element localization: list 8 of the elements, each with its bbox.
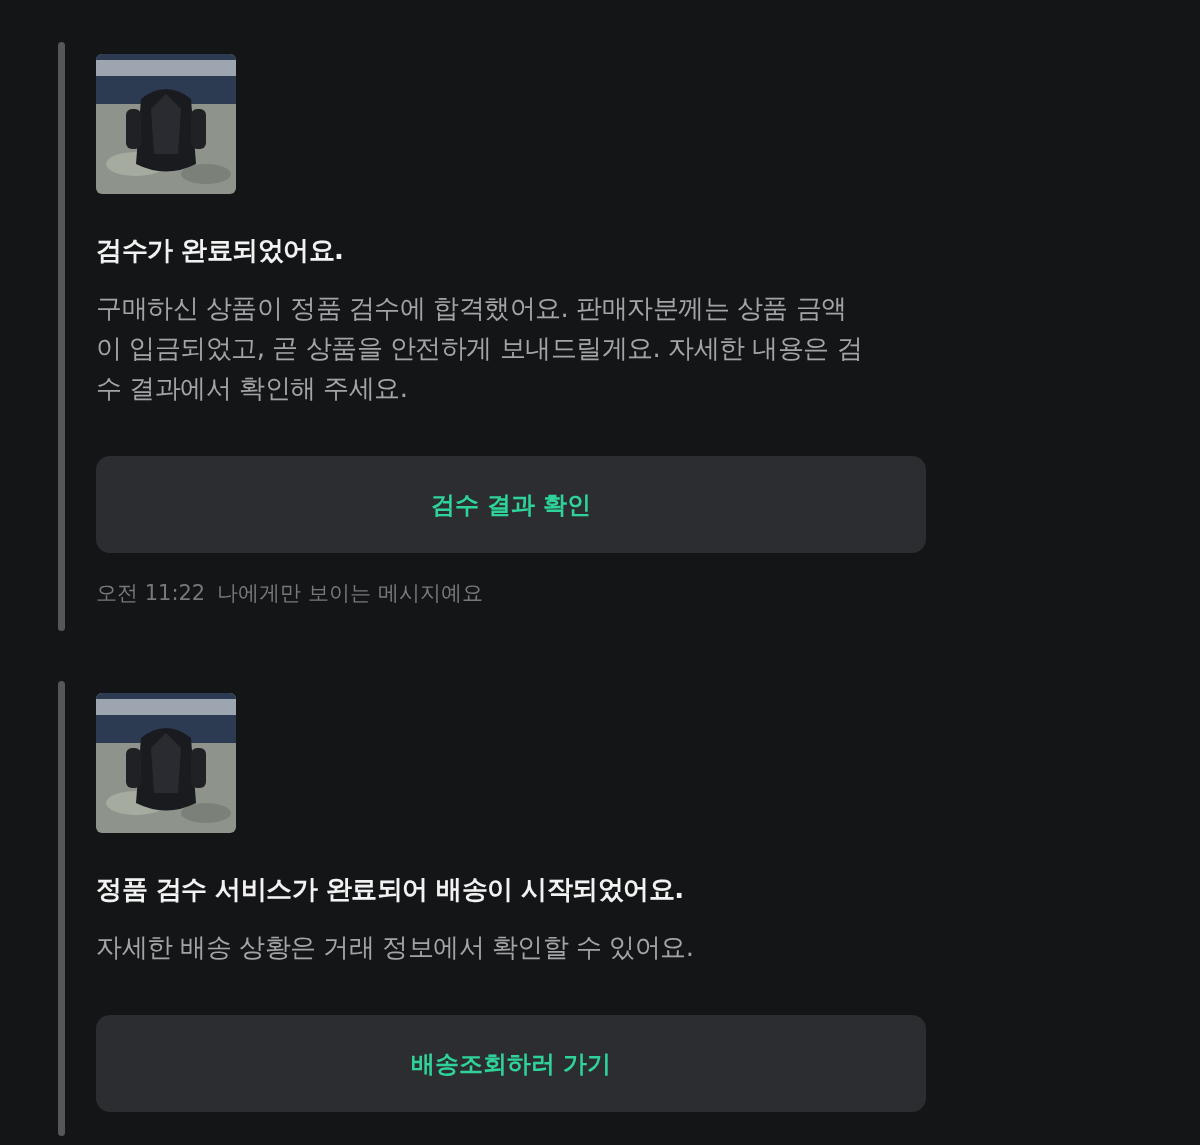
- action-button[interactable]: 검수 결과 확인: [96, 456, 926, 553]
- message-title: 검수가 완료되었어요.: [96, 234, 345, 267]
- message-text: 자세한 배송 상황은 거래 정보에서 확인할 수 있어요.: [96, 931, 695, 964]
- message-text: 구매하신 상품이 정품 검수에 합격했어요. 판매자분께는 상품 금액이 입금되었고, 곧 상품을 안전하게 보내드릴게요. 자세한 내용은 검수 결과에서 확인해 주세요.: [96, 292, 864, 405]
- timestamp: 오전 11:22: [96, 580, 206, 607]
- message-title: 정품 검수 서비스가 완료되어 배송이 시작되었어요.: [96, 873, 685, 906]
- action-button[interactable]: 배송조회하러 가기: [96, 1015, 926, 1112]
- visibility-note: 나에게만 보이는 메시지예요: [217, 580, 483, 607]
